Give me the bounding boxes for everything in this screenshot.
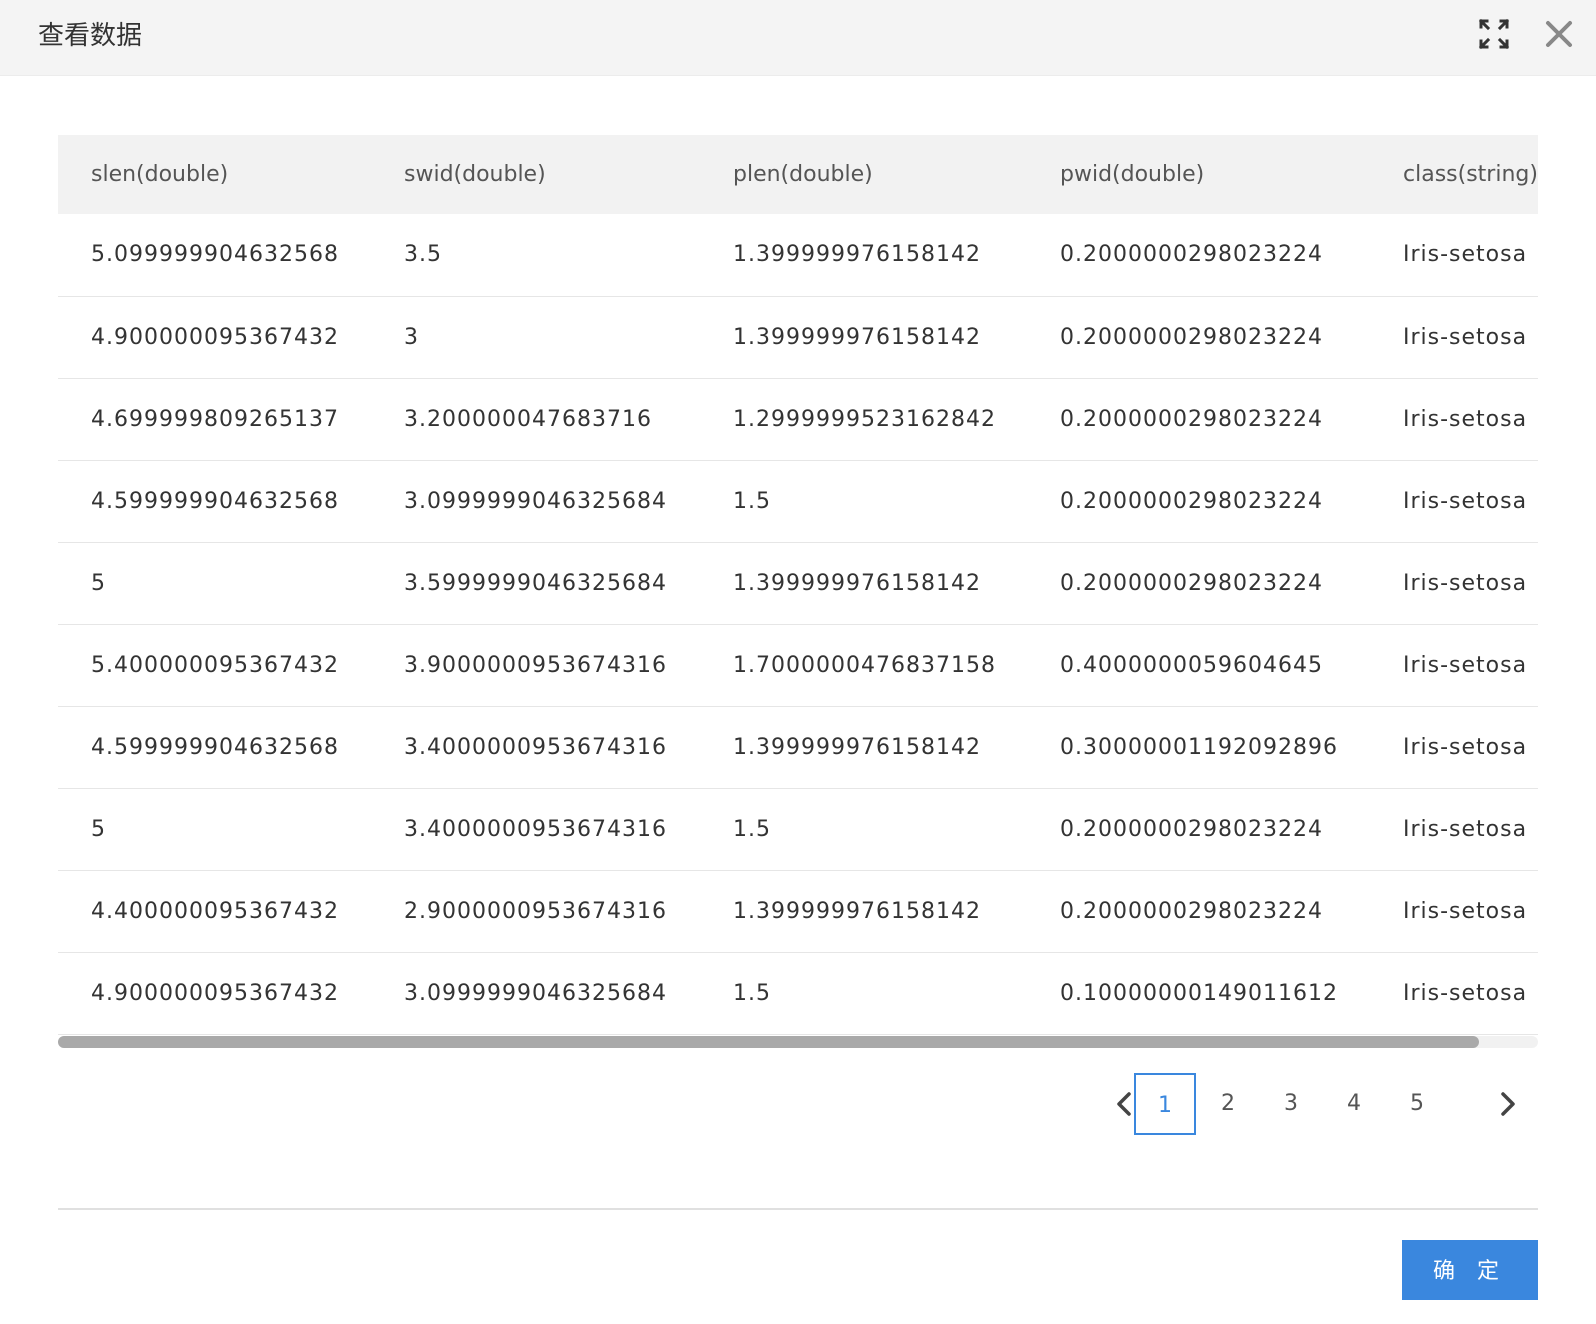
table-cell: 0.2000000298023224 (1060, 816, 1323, 842)
table-cell: 4.900000095367432 (91, 324, 339, 350)
table-row: 4.599999904632568 3.0999999046325684 1.5 0.… (58, 460, 1538, 542)
table-row: 5.400000095367432 3.9000000953674316 1.700… (58, 624, 1538, 706)
view-data-dialog: 查看数据 slen(double) swid(double) plen(doub… (0, 0, 1596, 1324)
table-cell: 0.30000001192092896 (1060, 734, 1338, 760)
table-cell: 3 (404, 324, 419, 350)
table-cell: 1.7000000476837158 (733, 652, 996, 678)
expand-icon[interactable] (1478, 18, 1510, 50)
table-cell: 0.2000000298023224 (1060, 406, 1323, 432)
table-cell: 0.2000000298023224 (1060, 898, 1323, 924)
table-cell: 0.10000000149011612 (1060, 980, 1338, 1006)
table-cell: 3.4000000953674316 (404, 816, 667, 842)
footer-divider (58, 1208, 1538, 1210)
table-cell: 3.0999999046325684 (404, 980, 667, 1006)
table-header-row: slen(double) swid(double) plen(double) pwid… (58, 135, 1538, 214)
dialog-title: 查看数据 (38, 21, 143, 51)
table-cell: 1.399999976158142 (733, 324, 981, 350)
table-cell: Iris-setosa (1403, 652, 1528, 678)
data-table: slen(double) swid(double) plen(double) pwid… (58, 135, 1538, 1035)
table-body: 5.099999904632568 3.5 1.399999976158142 0.2… (58, 214, 1538, 1034)
table-cell: Iris-setosa (1403, 570, 1528, 596)
table-cell: 3.0999999046325684 (404, 488, 667, 514)
table-cell: 0.2000000298023224 (1060, 242, 1323, 268)
table-cell: 4.699999809265137 (91, 406, 339, 432)
table-cell: 5.099999904632568 (91, 242, 339, 268)
table-row: 4.699999809265137 3.200000047683716 1.2999… (58, 378, 1538, 460)
table-cell: Iris-setosa (1403, 488, 1528, 514)
table-row: 5 3.4000000953674316 1.5 0.2000000298023224… (58, 788, 1538, 870)
page-2-button[interactable]: 2 (1197, 1073, 1259, 1135)
table-row: 4.900000095367432 3.0999999046325684 1.5 0.… (58, 952, 1538, 1034)
table-cell: 4.900000095367432 (91, 980, 339, 1006)
page-5-button[interactable]: 5 (1386, 1073, 1448, 1135)
dialog-header: 查看数据 (0, 0, 1596, 76)
table-cell: 4.599999904632568 (91, 488, 339, 514)
table-cell: 5.400000095367432 (91, 652, 339, 678)
table-cell: 3.9000000953674316 (404, 652, 667, 678)
column-header: plen(double) (733, 162, 873, 187)
table-cell: Iris-setosa (1403, 980, 1528, 1006)
table-cell: Iris-setosa (1403, 242, 1528, 268)
scrollbar-thumb[interactable] (58, 1036, 1479, 1048)
table-row: 4.400000095367432 2.9000000953674316 1.399… (58, 870, 1538, 952)
table-cell: 1.399999976158142 (733, 570, 981, 596)
table-cell: 4.400000095367432 (91, 898, 339, 924)
page-1-button[interactable]: 1 (1134, 1073, 1196, 1135)
table-cell: 1.5 (733, 816, 771, 842)
table-cell: Iris-setosa (1403, 734, 1528, 760)
table-cell: 5 (91, 570, 106, 596)
column-header: slen(double) (91, 162, 229, 187)
table-cell: 3.5999999046325684 (404, 570, 667, 596)
table-row: 4.900000095367432 3 1.399999976158142 0.200… (58, 296, 1538, 378)
table-cell: 0.2000000298023224 (1060, 488, 1323, 514)
table-cell: 0.4000000059604645 (1060, 652, 1323, 678)
page-4-button[interactable]: 4 (1323, 1073, 1385, 1135)
page-3-button[interactable]: 3 (1260, 1073, 1322, 1135)
table-cell: 1.399999976158142 (733, 734, 981, 760)
table-cell: 0.2000000298023224 (1060, 570, 1323, 596)
horizontal-scrollbar[interactable] (58, 1036, 1538, 1048)
table-cell: 2.9000000953674316 (404, 898, 667, 924)
table-cell: 1.399999976158142 (733, 898, 981, 924)
table-row: 5.099999904632568 3.5 1.399999976158142 0.2… (58, 214, 1538, 296)
table-row: 4.599999904632568 3.4000000953674316 1.399… (58, 706, 1538, 788)
column-header: swid(double) (404, 162, 546, 187)
table-cell: Iris-setosa (1403, 406, 1528, 432)
table-row: 5 3.5999999046325684 1.399999976158142 0.20… (58, 542, 1538, 624)
table-cell: 4.599999904632568 (91, 734, 339, 760)
table-cell: 1.5 (733, 980, 771, 1006)
table-cell: 3.4000000953674316 (404, 734, 667, 760)
table-cell: Iris-setosa (1403, 898, 1528, 924)
column-header: class(string) (1403, 162, 1538, 187)
close-icon[interactable] (1542, 17, 1576, 51)
table-cell: 3.200000047683716 (404, 406, 652, 432)
table-cell: 3.5 (404, 242, 442, 268)
column-header: pwid(double) (1060, 162, 1205, 187)
chevron-right-icon[interactable] (1487, 1084, 1527, 1124)
table-cell: Iris-setosa (1403, 816, 1528, 842)
data-table-container[interactable]: slen(double) swid(double) plen(double) pwid… (58, 135, 1538, 1050)
table-cell: Iris-setosa (1403, 324, 1528, 350)
table-cell: 0.2000000298023224 (1060, 324, 1323, 350)
table-cell: 1.5 (733, 488, 771, 514)
table-cell: 5 (91, 816, 106, 842)
table-cell: 1.399999976158142 (733, 242, 981, 268)
confirm-button[interactable]: 确 定 (1402, 1240, 1538, 1300)
table-cell: 1.2999999523162842 (733, 406, 996, 432)
